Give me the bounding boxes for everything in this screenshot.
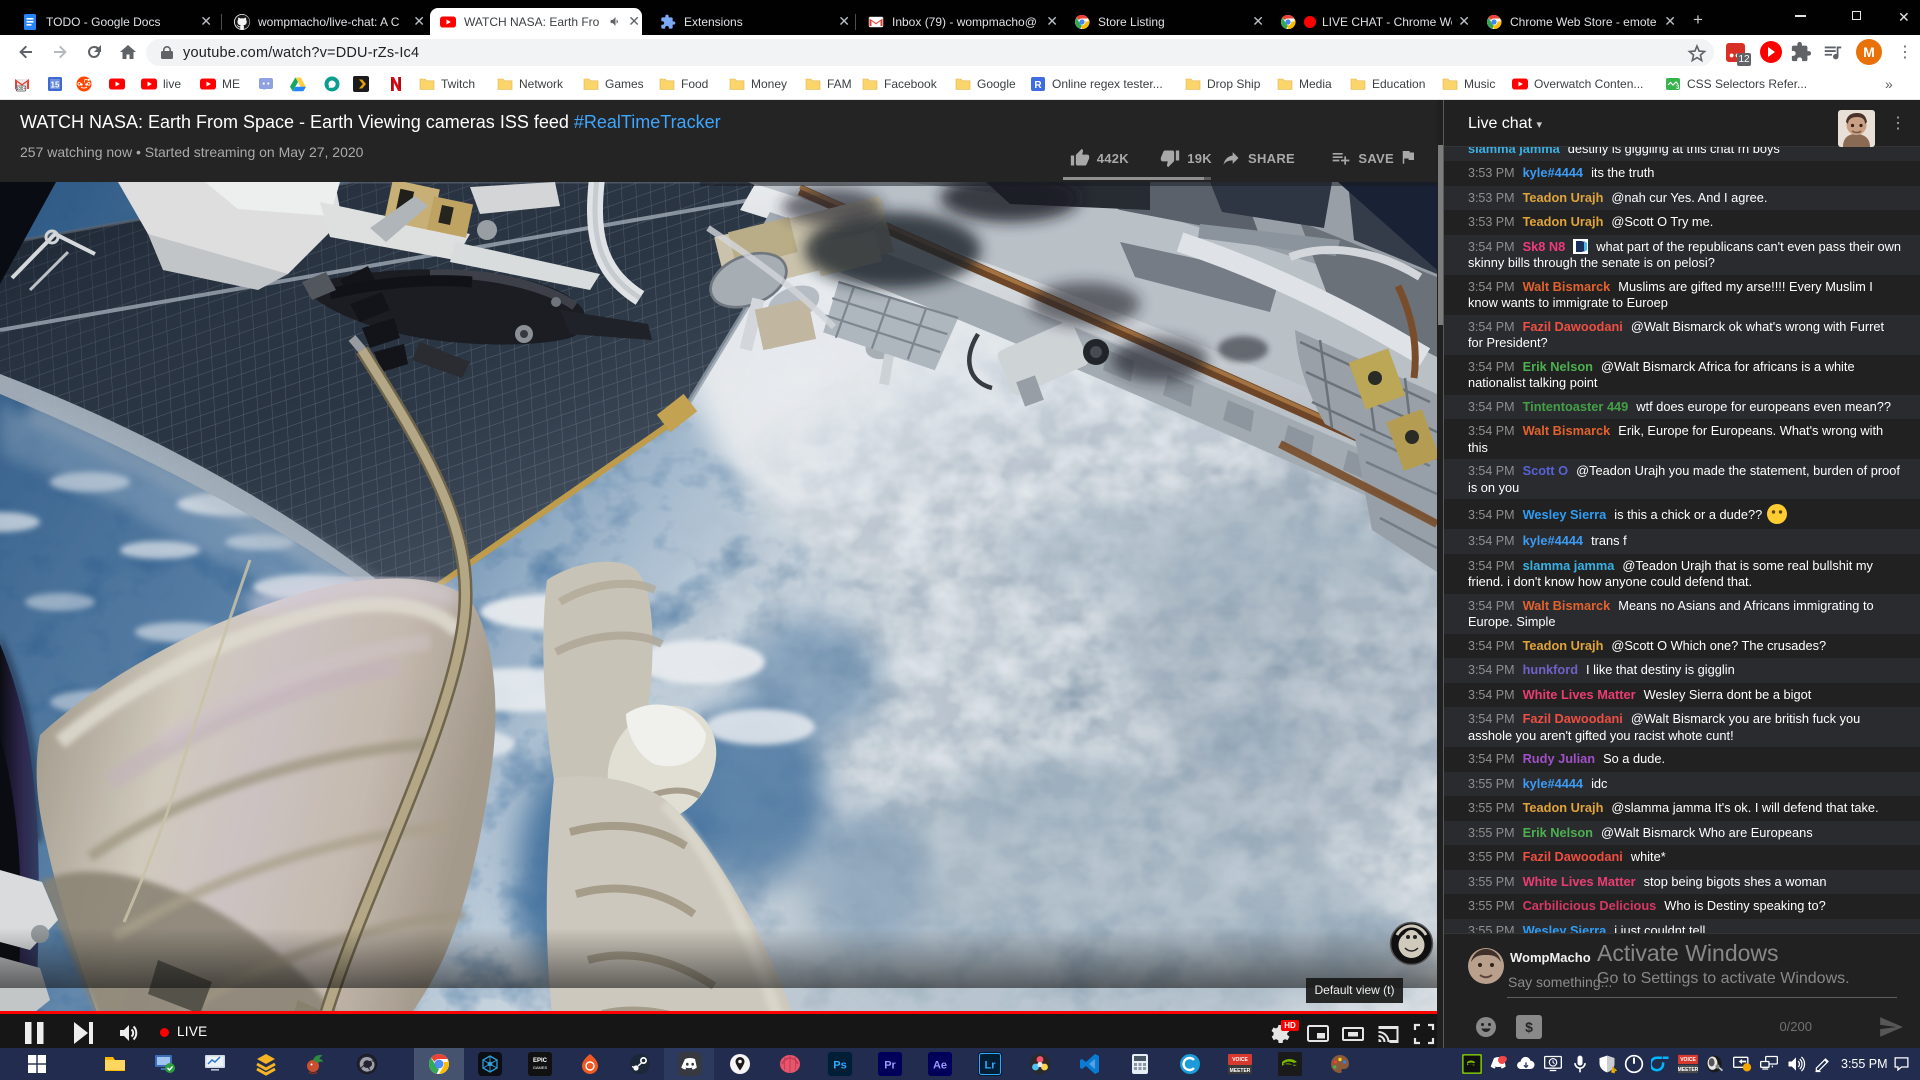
svg-text:VOICE: VOICE bbox=[1232, 1057, 1248, 1063]
svg-text:EPIC: EPIC bbox=[533, 1058, 548, 1064]
svg-text:15: 15 bbox=[51, 81, 60, 90]
svg-text:Lr: Lr bbox=[985, 1060, 997, 1072]
svg-text:Ae: Ae bbox=[933, 1060, 947, 1072]
svg-text:GAMES: GAMES bbox=[533, 1065, 548, 1070]
svg-text:MEETER: MEETER bbox=[1230, 1068, 1251, 1074]
svg-text:MEETER: MEETER bbox=[1678, 1067, 1698, 1073]
svg-text:100+: 100+ bbox=[16, 86, 26, 91]
svg-text:!: ! bbox=[1613, 1067, 1614, 1072]
svg-text:$: $ bbox=[1525, 1019, 1533, 1035]
svg-text:R: R bbox=[1034, 80, 1042, 91]
svg-text:VOICE: VOICE bbox=[1680, 1057, 1696, 1063]
svg-text:Ps: Ps bbox=[833, 1060, 846, 1072]
svg-text:Pr: Pr bbox=[884, 1060, 896, 1072]
